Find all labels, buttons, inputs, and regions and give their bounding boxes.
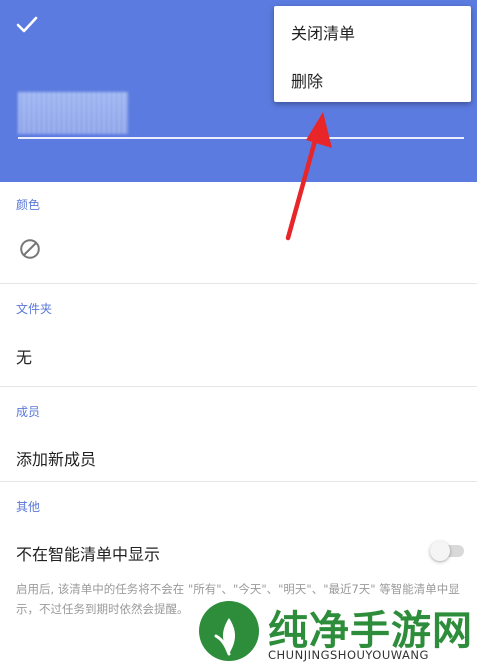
- divider: [0, 386, 477, 387]
- divider: [0, 283, 477, 284]
- hide-from-smart-lists-toggle[interactable]: [430, 541, 466, 561]
- watermark-leaf-logo-icon: [199, 601, 259, 661]
- list-name-input-blurred[interactable]: [18, 92, 128, 134]
- list-name-underline: [18, 137, 464, 139]
- watermark-subtitle: CHUNJINGSHOUYOUWANG: [268, 648, 429, 662]
- check-icon[interactable]: [14, 12, 40, 38]
- toggle-knob: [430, 541, 450, 561]
- overflow-menu: 关闭清单 删除: [274, 6, 471, 102]
- hide-from-smart-lists-label: 不在智能清单中显示: [16, 545, 161, 564]
- add-member-button[interactable]: 添加新成员: [16, 446, 96, 470]
- divider: [0, 481, 477, 482]
- no-color-icon[interactable]: [19, 238, 41, 260]
- folder-value[interactable]: 无: [16, 344, 32, 368]
- section-label-color: 颜色: [16, 198, 41, 212]
- section-label-other: 其他: [16, 500, 41, 514]
- section-label-folder: 文件夹: [16, 302, 53, 316]
- annotation-arrow-icon: [285, 112, 332, 241]
- watermark: 纯净手游网 CHUNJINGSHOUYOUWANG: [190, 596, 477, 669]
- section-label-members: 成员: [16, 405, 41, 419]
- menu-item-delete[interactable]: 删除: [291, 68, 323, 92]
- menu-item-close-list[interactable]: 关闭清单: [291, 20, 355, 44]
